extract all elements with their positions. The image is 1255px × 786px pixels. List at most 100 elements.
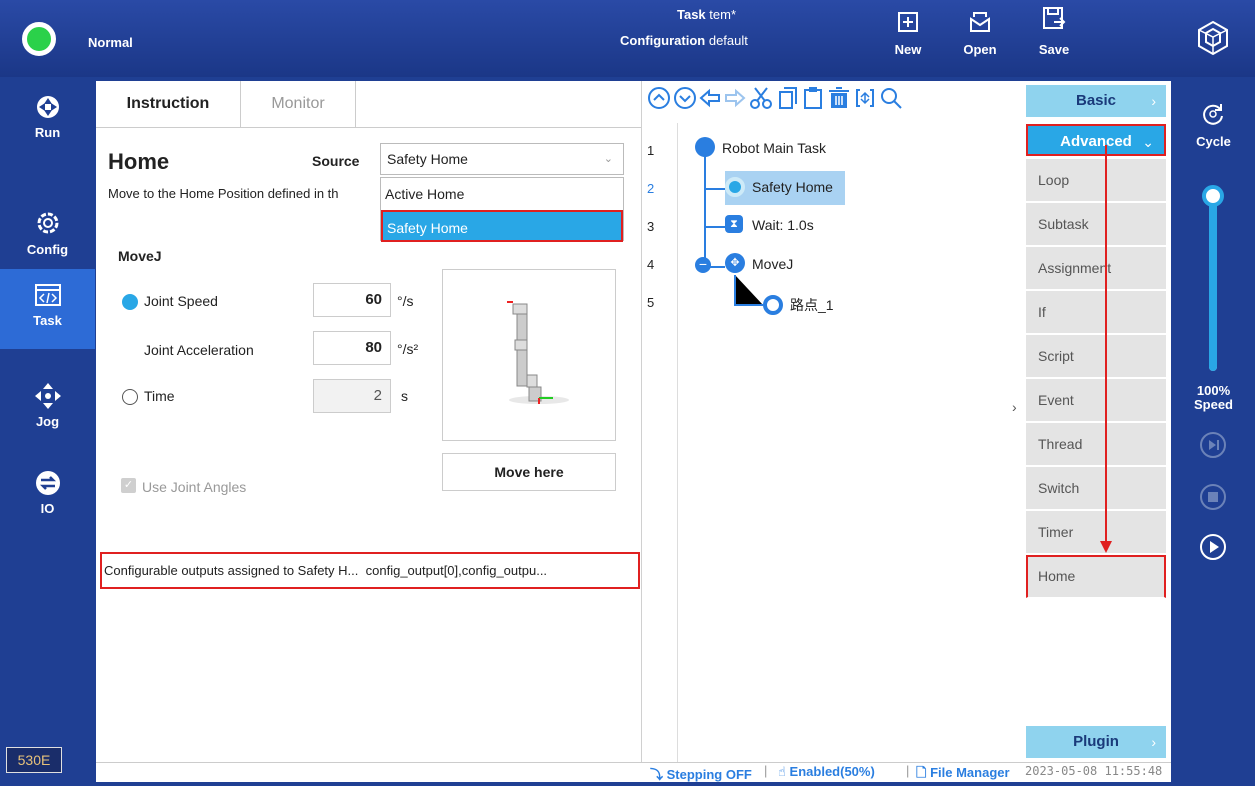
line-number: 4 xyxy=(647,257,655,272)
status-indicator-icon[interactable] xyxy=(22,22,56,56)
tree-node-movej[interactable]: MoveJ xyxy=(752,256,793,272)
tree-node-main-task[interactable]: Robot Main Task xyxy=(722,140,826,156)
run-controls: Cycle 100% Speed xyxy=(1172,81,1255,782)
copy-icon[interactable] xyxy=(774,85,800,111)
cut-icon[interactable] xyxy=(748,85,774,111)
redo-icon[interactable] xyxy=(722,85,748,111)
tree-node-waypoint[interactable]: 路点_1 xyxy=(790,295,834,315)
joint-speed-unit: °/s xyxy=(397,293,414,309)
io-arrows-icon xyxy=(35,471,60,495)
nav-config[interactable]: Config xyxy=(0,200,95,270)
play-icon[interactable] xyxy=(1199,533,1227,561)
instruction-panel: Instruction Monitor Home Source Safety H… xyxy=(96,81,641,762)
nav-jog-label: Jog xyxy=(35,414,60,429)
tree-node-safety-home[interactable]: Safety Home xyxy=(752,179,833,195)
move-down-icon[interactable] xyxy=(672,85,698,111)
nav-jog[interactable]: Jog xyxy=(0,374,95,444)
use-joint-angles-label: Use Joint Angles xyxy=(142,479,247,495)
paste-icon[interactable] xyxy=(800,85,826,111)
task-name: tem* xyxy=(709,7,737,22)
open-button[interactable]: Open xyxy=(958,10,1002,57)
page-title: Home xyxy=(108,149,170,174)
collapse-icon[interactable]: − xyxy=(695,257,711,273)
use-joint-angles-checkbox[interactable]: ✓ xyxy=(121,478,136,493)
save-icon xyxy=(1043,7,1066,29)
joint-speed-label: Joint Speed xyxy=(144,293,218,309)
tab-divider xyxy=(96,127,641,128)
time-input[interactable]: 2 xyxy=(313,379,391,413)
line-number: 1 xyxy=(647,143,655,158)
joint-acceleration-input[interactable]: 80 xyxy=(313,331,391,365)
divider: | xyxy=(906,763,910,778)
time-radio[interactable] xyxy=(122,389,138,405)
toggle-comment-icon[interactable] xyxy=(852,85,878,111)
speed-value: 100% xyxy=(1196,383,1231,398)
option-safety-home[interactable]: Safety Home xyxy=(381,210,623,242)
status-bar: ⤵ Stepping OFF | ☝ Enabled(50%) | 🗋 File… xyxy=(96,762,1171,782)
robot-preview xyxy=(442,269,616,441)
joint-speed-radio[interactable] xyxy=(122,294,138,310)
task-label: Task tem* xyxy=(677,7,737,22)
nav-io-label: IO xyxy=(40,501,55,516)
undo-icon[interactable] xyxy=(697,85,723,111)
source-label: Source xyxy=(312,153,360,169)
delete-icon[interactable] xyxy=(826,85,852,111)
joint-acceleration-unit: °/s² xyxy=(397,341,419,357)
waypoint-icon xyxy=(763,295,783,315)
chevron-right-icon: › xyxy=(1151,734,1156,750)
program-tree-panel: 1 2 3 4 5 Robot Main Task Safety Home ⧗ … xyxy=(641,81,1026,762)
movej-node-icon: ✥ xyxy=(725,253,745,273)
file-manager-link[interactable]: 🗋 File Manager xyxy=(916,764,1010,786)
joint-acceleration-label: Joint Acceleration xyxy=(144,342,254,358)
file-manager-icon: 🗋 xyxy=(916,765,927,780)
annotation-arrow xyxy=(1100,145,1112,553)
joint-speed-input[interactable]: 60 xyxy=(313,283,391,317)
stepping-status: ⤵ Stepping OFF xyxy=(650,767,752,782)
chevron-right-icon: › xyxy=(1151,93,1156,109)
time-unit: s xyxy=(401,388,408,404)
speed-slider-handle[interactable] xyxy=(1202,185,1224,207)
chevron-down-icon: ⌄ xyxy=(603,153,613,165)
enabled-status: ☝ Enabled(50%) xyxy=(778,764,875,779)
tab-instruction[interactable]: Instruction xyxy=(96,81,241,127)
nav-io[interactable]: IO xyxy=(0,461,95,531)
divider: | xyxy=(764,763,768,778)
source-dropdown: Active Home Safety Home xyxy=(380,177,624,242)
stop-icon[interactable] xyxy=(1199,483,1227,511)
palette-basic[interactable]: Basic › xyxy=(1026,85,1166,117)
main-nav: Run Config Task Jog IO xyxy=(0,77,95,782)
speed-slider-fill xyxy=(1209,189,1217,371)
hourglass-icon: ⧗ xyxy=(725,215,743,233)
info-label: Configurable outputs assigned to Safety … xyxy=(104,563,359,578)
top-bar: Normal Task tem* Configuration default N… xyxy=(0,0,1255,77)
move-arrows-icon xyxy=(34,383,61,409)
instruction-palette: Basic › Advanced ⌄ Loop Subtask Assignment… xyxy=(1026,81,1171,762)
save-button[interactable]: Save xyxy=(1032,6,1076,57)
nav-run[interactable]: Run xyxy=(0,85,95,155)
info-value: config_output[0],config_outpu... xyxy=(365,563,548,578)
source-select[interactable]: Safety Home ⌄ xyxy=(380,143,624,175)
new-label: New xyxy=(894,42,922,57)
new-button[interactable]: New xyxy=(886,10,930,57)
expand-palette-icon[interactable]: › xyxy=(1012,399,1017,415)
stepping-icon: ⤵ xyxy=(650,767,664,782)
robot-arm-icon xyxy=(507,301,569,404)
option-active-home[interactable]: Active Home xyxy=(381,178,623,210)
tree-node-wait[interactable]: Wait: 1.0s xyxy=(752,217,814,233)
nav-task[interactable]: Task xyxy=(0,269,95,349)
time-label: Time xyxy=(144,388,175,404)
configuration-label: Configuration default xyxy=(620,33,748,48)
version-badge: 530E xyxy=(6,747,62,773)
tab-monitor[interactable]: Monitor xyxy=(241,81,356,127)
search-icon[interactable] xyxy=(878,85,904,111)
palette-plugin[interactable]: Plugin › xyxy=(1026,726,1166,758)
datetime: 2023-05-08 11:55:48 xyxy=(1025,764,1163,778)
step-icon[interactable] xyxy=(1199,431,1227,459)
line-number: 2 xyxy=(647,181,655,196)
palette-item-home[interactable]: Home xyxy=(1026,555,1166,598)
move-up-icon[interactable] xyxy=(646,85,672,111)
task-node-icon[interactable] xyxy=(695,137,715,157)
cycle-icon[interactable] xyxy=(1200,101,1226,127)
move-here-button[interactable]: Move here xyxy=(442,453,616,491)
run-icon xyxy=(36,96,59,118)
